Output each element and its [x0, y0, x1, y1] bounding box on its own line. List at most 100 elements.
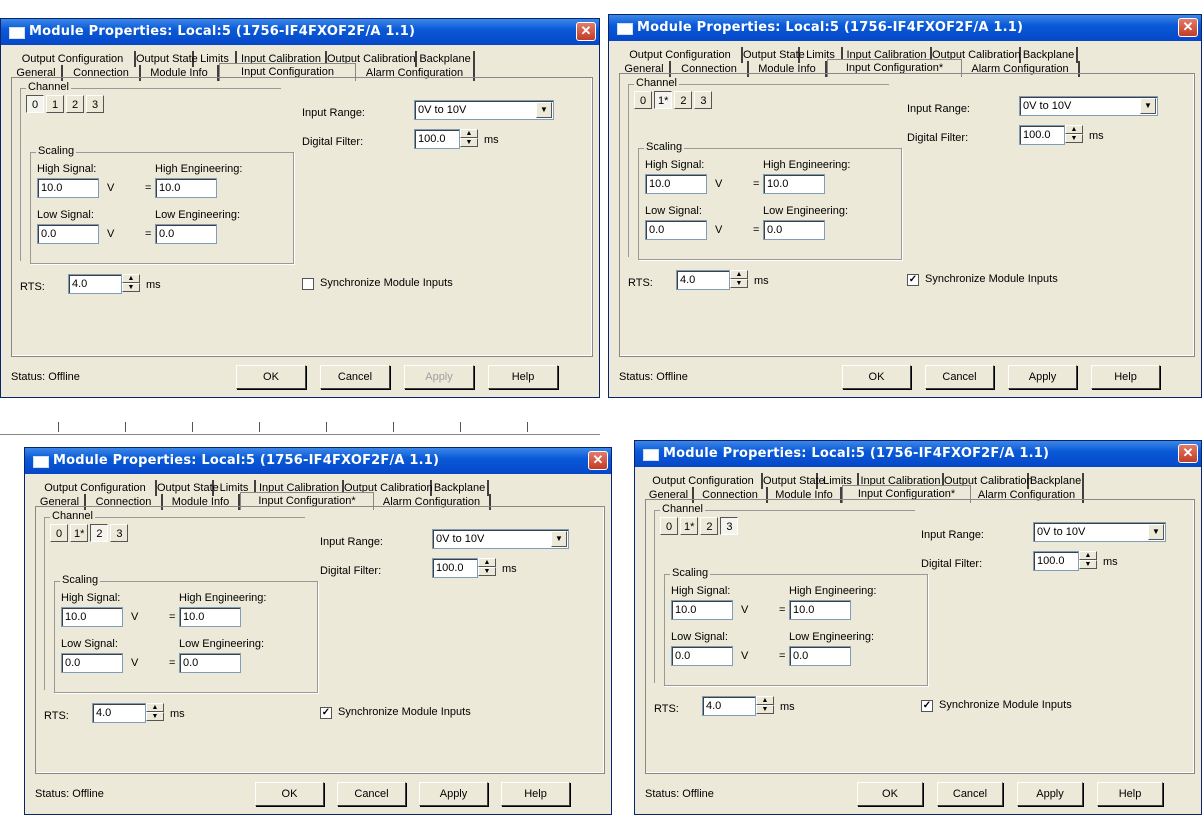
channel-button-0[interactable]: 0	[50, 524, 68, 542]
low-engineering-field[interactable]: 0.0	[155, 224, 217, 244]
spin-down-icon[interactable]: ▼	[478, 567, 496, 576]
cancel-button[interactable]: Cancel	[925, 365, 994, 389]
low-signal-field[interactable]: 0.0	[37, 224, 99, 244]
digital-filter-spinner[interactable]: ▲ ▼	[478, 558, 496, 578]
ok-button[interactable]: OK	[842, 365, 911, 389]
help-button[interactable]: Help	[1097, 782, 1163, 806]
spin-up-icon[interactable]: ▲	[122, 274, 140, 283]
apply-button[interactable]: Apply	[1008, 365, 1077, 389]
low-engineering-field[interactable]: 0.0	[789, 646, 851, 666]
cancel-button[interactable]: Cancel	[937, 782, 1003, 806]
digital-filter-field[interactable]: 100.0	[432, 558, 478, 578]
spin-up-icon[interactable]: ▲	[730, 270, 748, 279]
high-engineering-field[interactable]: 10.0	[763, 174, 825, 194]
sync-inputs-checkbox[interactable]	[302, 278, 314, 290]
low-engineering-field[interactable]: 0.0	[179, 653, 241, 673]
rts-field[interactable]: 4.0	[92, 703, 146, 723]
low-signal-field[interactable]: 0.0	[61, 653, 123, 673]
spin-down-icon[interactable]: ▼	[1065, 134, 1083, 143]
apply-button[interactable]: Apply	[1017, 782, 1083, 806]
apply-button[interactable]: Apply	[419, 782, 488, 806]
channel-button-3[interactable]: 3	[720, 517, 739, 535]
spin-up-icon[interactable]: ▲	[1065, 125, 1083, 134]
spin-down-icon[interactable]: ▼	[122, 283, 140, 292]
sync-inputs-label[interactable]: Synchronize Module Inputs	[338, 706, 471, 718]
rts-spinner[interactable]: ▲ ▼	[146, 703, 164, 723]
spin-up-icon[interactable]: ▲	[146, 703, 164, 712]
digital-filter-spinner[interactable]: ▲ ▼	[1079, 551, 1097, 571]
low-signal-field[interactable]: 0.0	[671, 646, 733, 666]
digital-filter-field[interactable]: 100.0	[414, 129, 460, 149]
sync-inputs-label[interactable]: Synchronize Module Inputs	[320, 277, 453, 289]
spin-up-icon[interactable]: ▲	[478, 558, 496, 567]
sync-inputs-label[interactable]: Synchronize Module Inputs	[925, 273, 1058, 285]
digital-filter-spinner[interactable]: ▲ ▼	[460, 129, 478, 149]
spin-down-icon[interactable]: ▼	[1079, 560, 1097, 569]
channel-button-1[interactable]: 1	[46, 95, 64, 113]
spin-down-icon[interactable]: ▼	[756, 705, 774, 714]
high-engineering-field[interactable]: 10.0	[789, 600, 851, 620]
channel-button-1[interactable]: 1*	[654, 91, 673, 109]
spin-down-icon[interactable]: ▼	[730, 279, 748, 288]
spin-up-icon[interactable]: ▲	[756, 696, 774, 705]
ok-button[interactable]: OK	[255, 782, 324, 806]
close-button[interactable]: ✕	[588, 451, 608, 470]
rts-spinner[interactable]: ▲ ▼	[756, 696, 774, 716]
rts-field[interactable]: 4.0	[702, 696, 756, 716]
input-range-select[interactable]: 0V to 10V ▼	[432, 529, 569, 549]
rts-field[interactable]: 4.0	[676, 270, 730, 290]
close-button[interactable]: ✕	[1178, 18, 1198, 37]
dropdown-arrow-icon[interactable]: ▼	[1140, 98, 1156, 114]
high-signal-field[interactable]: 10.0	[61, 607, 123, 627]
help-button[interactable]: Help	[488, 365, 558, 389]
rts-spinner[interactable]: ▲ ▼	[122, 274, 140, 294]
channel-button-2[interactable]: 2	[700, 517, 719, 535]
sync-inputs-checkbox[interactable]: ✓	[907, 274, 919, 286]
rts-field[interactable]: 4.0	[68, 274, 122, 294]
channel-button-2[interactable]: 2	[66, 95, 84, 113]
dropdown-arrow-icon[interactable]: ▼	[536, 102, 552, 118]
high-engineering-field[interactable]: 10.0	[155, 178, 217, 198]
sync-inputs-label[interactable]: Synchronize Module Inputs	[939, 699, 1072, 711]
sync-inputs-checkbox[interactable]: ✓	[921, 700, 933, 712]
close-button[interactable]: ✕	[576, 22, 596, 41]
spin-up-icon[interactable]: ▲	[460, 129, 478, 138]
spin-up-icon[interactable]: ▲	[1079, 551, 1097, 560]
spin-down-icon[interactable]: ▼	[460, 138, 478, 147]
input-range-select[interactable]: 0V to 10V ▼	[414, 100, 554, 120]
apply-button[interactable]: Apply	[404, 365, 474, 389]
input-range-select[interactable]: 0V to 10V ▼	[1019, 96, 1158, 116]
channel-button-3[interactable]: 3	[86, 95, 104, 113]
cancel-button[interactable]: Cancel	[337, 782, 406, 806]
dialog-titlebar[interactable]: Module Properties: Local:5 (1756-IF4FXOF…	[609, 15, 1201, 41]
high-signal-field[interactable]: 10.0	[671, 600, 733, 620]
channel-button-1[interactable]: 1*	[680, 517, 699, 535]
help-button[interactable]: Help	[501, 782, 570, 806]
dialog-titlebar[interactable]: Module Properties: Local:5 (1756-IF4FXOF…	[1, 19, 599, 45]
channel-button-0[interactable]: 0	[26, 95, 44, 113]
dropdown-arrow-icon[interactable]: ▼	[551, 531, 567, 547]
high-engineering-field[interactable]: 10.0	[179, 607, 241, 627]
dialog-titlebar[interactable]: Module Properties: Local:5 (1756-IF4FXOF…	[635, 441, 1201, 467]
high-signal-field[interactable]: 10.0	[37, 178, 99, 198]
cancel-button[interactable]: Cancel	[320, 365, 390, 389]
ok-button[interactable]: OK	[857, 782, 923, 806]
channel-button-2[interactable]: 2	[90, 524, 109, 542]
dropdown-arrow-icon[interactable]: ▼	[1148, 524, 1164, 540]
rts-spinner[interactable]: ▲ ▼	[730, 270, 748, 290]
channel-button-3[interactable]: 3	[694, 91, 713, 109]
channel-button-2[interactable]: 2	[674, 91, 693, 109]
help-button[interactable]: Help	[1091, 365, 1160, 389]
digital-filter-field[interactable]: 100.0	[1019, 125, 1065, 145]
channel-button-3[interactable]: 3	[110, 524, 129, 542]
dialog-titlebar[interactable]: Module Properties: Local:5 (1756-IF4FXOF…	[25, 448, 611, 474]
channel-button-0[interactable]: 0	[660, 517, 678, 535]
spin-down-icon[interactable]: ▼	[146, 712, 164, 721]
ok-button[interactable]: OK	[236, 365, 306, 389]
low-engineering-field[interactable]: 0.0	[763, 220, 825, 240]
digital-filter-spinner[interactable]: ▲ ▼	[1065, 125, 1083, 145]
channel-button-1[interactable]: 1*	[70, 524, 89, 542]
sync-inputs-checkbox[interactable]: ✓	[320, 707, 332, 719]
close-button[interactable]: ✕	[1178, 444, 1198, 463]
channel-button-0[interactable]: 0	[634, 91, 652, 109]
